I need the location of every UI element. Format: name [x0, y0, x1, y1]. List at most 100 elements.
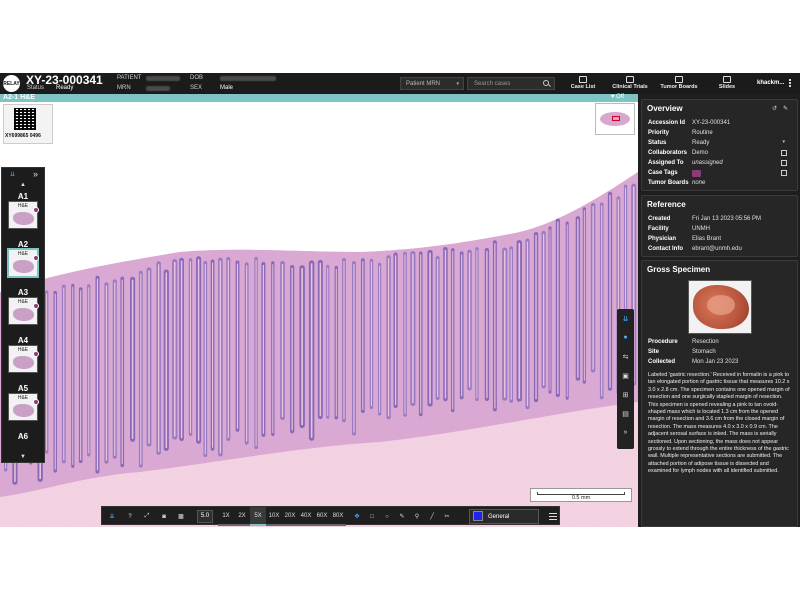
fullscreen-icon[interactable]: ⤢	[141, 507, 153, 526]
slide-thumb-a3[interactable]: A3 H&E	[2, 288, 44, 336]
app-logo[interactable]: RELAY	[3, 75, 20, 92]
slide-thumb-a5[interactable]: A5 H&E	[2, 384, 44, 432]
nav-case-list-label: Case List	[570, 84, 596, 90]
status-value: Ready	[56, 85, 74, 91]
nav-case-list[interactable]: Case List	[558, 76, 608, 92]
hierarchy-icon[interactable]: ⊞	[617, 385, 634, 404]
zoom-20x-button[interactable]: 20X	[282, 507, 298, 526]
search-type-select[interactable]: Patient MRN ▾	[400, 77, 464, 90]
patient-label: PATIENT	[117, 75, 142, 81]
case-tag-badge[interactable]	[692, 170, 701, 177]
annotation-visibility-toggle[interactable]: ♥ Off	[611, 94, 624, 100]
overview-row-status[interactable]: Status Ready ▾	[642, 139, 797, 149]
edit-collaborators-icon[interactable]	[781, 150, 787, 156]
site-label: Site	[648, 349, 660, 355]
rectangle-tool-icon[interactable]: □	[366, 507, 378, 526]
info-icon[interactable]: ●	[617, 328, 634, 347]
gland-lumen	[72, 286, 74, 465]
gland-lumen	[429, 252, 431, 404]
pin-marker-icon[interactable]: ⚲	[411, 507, 423, 526]
edit-assigned-icon[interactable]	[781, 160, 787, 166]
ruler-tool-icon[interactable]: ╱	[426, 507, 438, 526]
slide-thumb-a4[interactable]: A4 H&E	[2, 336, 44, 384]
gland-lumen	[255, 259, 257, 447]
slide-label-thumbnail[interactable]: XY699865 0496	[3, 104, 53, 144]
slide-thumb-image[interactable]: H&E	[8, 297, 39, 325]
edit-overview-icon[interactable]: ✎	[783, 105, 788, 112]
zoom-5x-button[interactable]: 5X	[250, 507, 266, 526]
tray-scroll-up-icon[interactable]: ▲	[2, 182, 44, 192]
gland-lumen	[526, 241, 529, 407]
zoom-10x-button[interactable]: 10X	[266, 507, 282, 526]
pin-icon[interactable]: ⇊	[10, 171, 15, 178]
image-icon[interactable]: ▩	[175, 507, 187, 526]
gland-lumen	[46, 293, 48, 451]
scissors-icon[interactable]: ✂	[441, 507, 453, 526]
camera-icon[interactable]: ◙	[158, 507, 170, 526]
gland-lumen	[121, 279, 123, 465]
gland-lumen	[444, 249, 447, 399]
minimap-viewport-box[interactable]	[612, 116, 620, 121]
history-icon[interactable]: ↺	[772, 105, 777, 112]
clipboard-icon[interactable]: ▤	[617, 404, 634, 423]
slide-viewer[interactable]: XY699865 0496	[0, 102, 638, 527]
search-input[interactable]: Search cases	[467, 77, 555, 90]
slide-thumb-a6[interactable]: A6	[2, 432, 44, 446]
tissue-image	[0, 172, 638, 527]
gland-lumen	[436, 259, 439, 398]
slide-title-bar: A2-1 H&E ♥ Off	[0, 94, 638, 102]
collaborators-value: Demo	[692, 150, 709, 156]
gland-lumen	[609, 194, 611, 388]
slide-thumb-a2[interactable]: A2 H&E	[2, 240, 44, 288]
pin-tools-icon[interactable]: ⇊	[617, 309, 634, 328]
zoom-2x-button[interactable]: 2X	[234, 507, 250, 526]
procedure-value: Resection	[692, 339, 719, 345]
zoom-level-input[interactable]: 5.0	[197, 510, 213, 523]
slide-thumb-image[interactable]: H&E	[8, 201, 39, 229]
scale-bar-label: 0.5 mm	[571, 495, 591, 501]
tray-scroll-down-icon[interactable]: ▼	[2, 454, 44, 460]
ellipse-tool-icon[interactable]: ○	[381, 507, 393, 526]
slide-thumb-tissue	[13, 404, 34, 417]
edit-tags-icon[interactable]	[781, 170, 787, 176]
zoom-1x-button[interactable]: 1X	[218, 507, 234, 526]
zoom-60x-button[interactable]: 60X	[314, 507, 330, 526]
gland-lumen	[80, 290, 82, 461]
gland-lumen	[236, 263, 239, 429]
slide-overview-minimap[interactable]	[595, 103, 635, 135]
slide-thumb-image[interactable]: H&E	[8, 249, 39, 277]
help-icon[interactable]: ?	[124, 507, 136, 526]
pen-tool-icon[interactable]: ✎	[396, 507, 408, 526]
zoom-40x-button[interactable]: 40X	[298, 507, 314, 526]
comment-icon[interactable]: ▣	[617, 366, 634, 385]
annotation-dot-icon	[33, 255, 39, 261]
expand-panel-icon[interactable]: »	[617, 423, 634, 442]
slide-thumb-image[interactable]: H&E	[8, 393, 39, 421]
gland-lumen	[262, 265, 265, 434]
slide-thumb-tissue	[13, 260, 34, 273]
kebab-menu-icon[interactable]	[789, 79, 793, 88]
annotation-color-swatch[interactable]	[473, 511, 483, 521]
search-icon[interactable]	[543, 80, 549, 86]
pin-toolbar-icon[interactable]: ⇊	[105, 507, 119, 526]
share-icon[interactable]: ⇆	[617, 347, 634, 366]
hamburger-menu-icon[interactable]	[549, 513, 557, 520]
status-dropdown-icon[interactable]: ▾	[782, 139, 785, 145]
slide-thumb-a1[interactable]: A1 H&E	[2, 192, 44, 240]
collapse-tray-icon[interactable]: »	[33, 169, 38, 179]
zoom-80x-button[interactable]: 80X	[330, 507, 346, 526]
user-menu[interactable]: khackm...	[757, 80, 784, 86]
nav-slides[interactable]: Slides	[702, 76, 752, 92]
gland-lumen	[105, 285, 108, 461]
annotation-layer-select[interactable]: General	[469, 509, 539, 524]
gland-lumen	[362, 261, 364, 411]
nav-clinical-trials[interactable]: Clinical Trials	[605, 76, 655, 92]
move-icon[interactable]: ✥	[351, 507, 363, 526]
sex-label: SEX	[190, 85, 203, 91]
gland-lumen	[601, 205, 603, 397]
slide-thumb-image[interactable]: H&E	[8, 345, 39, 373]
gland-lumen	[379, 265, 381, 413]
nav-tumor-boards[interactable]: Tumor Boards	[654, 76, 704, 92]
contact-value[interactable]: ebrant@unmh.edu	[692, 246, 742, 252]
gross-specimen-photo[interactable]	[687, 280, 752, 334]
